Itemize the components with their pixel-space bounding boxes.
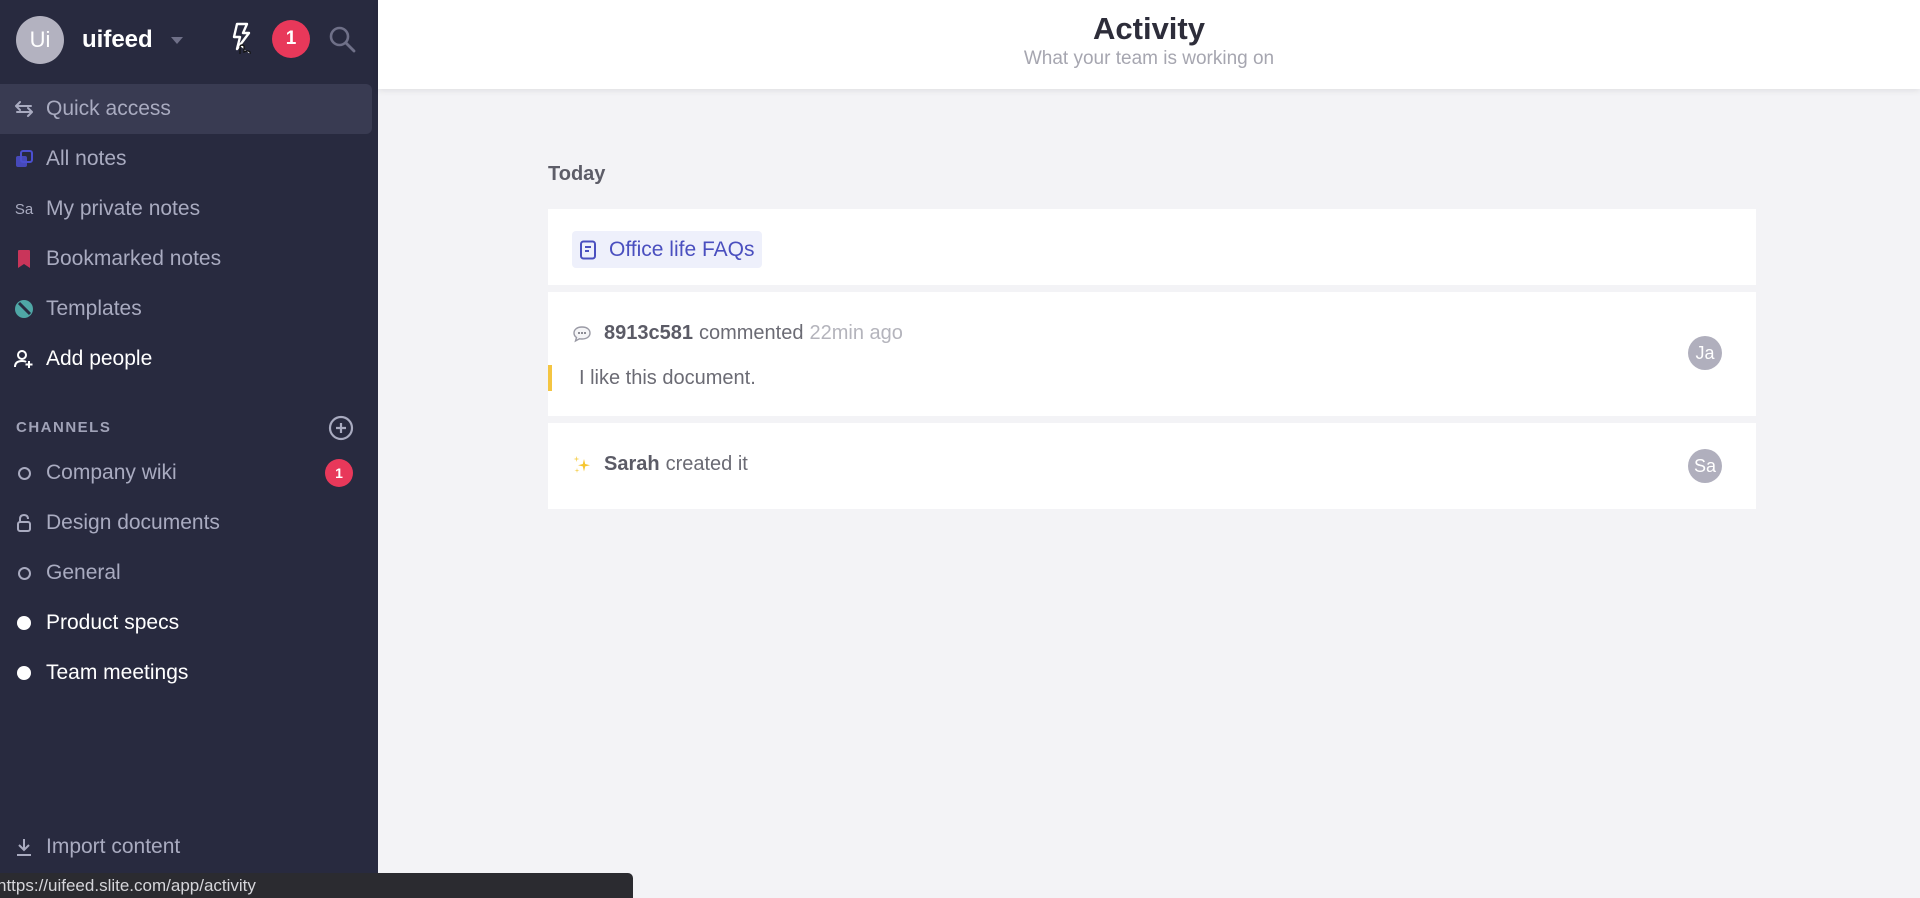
channel-company-wiki[interactable]: Company wiki 1 [0, 448, 378, 498]
activity-action: commented [698, 322, 804, 344]
activity-line: Sarah created it [572, 453, 1732, 476]
workspace-avatar[interactable]: Ui [16, 16, 64, 64]
activity-item: 8913c581 commented 22min ago I like this… [548, 292, 1756, 416]
nav-item-import-content[interactable]: Import content [0, 824, 378, 870]
channel-product-specs[interactable]: Product specs [0, 598, 378, 648]
channel-dot-icon [17, 616, 31, 630]
nav-label: Import content [46, 835, 181, 858]
nav-label: Templates [46, 297, 142, 320]
nav-label: My private notes [46, 197, 201, 220]
arrows-swap-icon [14, 99, 34, 119]
download-icon [14, 837, 34, 857]
channels-title: CHANNELS [16, 418, 112, 436]
main-content: Activity What your team is working on To… [378, 0, 1920, 898]
user-initials-icon: Sa [14, 200, 34, 218]
bookmark-icon [14, 249, 34, 269]
templates-icon [14, 299, 34, 319]
avatar[interactable]: Sa [1688, 449, 1722, 483]
header-icons: 1 [228, 20, 356, 58]
activity-item: Sarah created it Sa [548, 423, 1756, 509]
nav-item-private-notes[interactable]: Sa My private notes [0, 184, 378, 234]
channel-label: Design documents [46, 511, 220, 534]
sparkles-icon [572, 455, 592, 475]
channel-label: Product specs [46, 611, 180, 634]
status-bar-url: https://uifeed.slite.com/app/activity [0, 873, 633, 898]
page-subtitle: What your team is working on [1023, 48, 1275, 69]
nav-label: Quick access [46, 97, 171, 120]
search-icon[interactable] [328, 25, 356, 53]
channel-ring-icon [17, 566, 31, 580]
channel-list: Company wiki 1 Design documents General … [0, 448, 378, 698]
nav-item-all-notes[interactable]: All notes [0, 134, 378, 184]
channel-general[interactable]: General [0, 548, 378, 598]
nav-label: Bookmarked notes [46, 247, 222, 270]
document-link[interactable]: Office life FAQs [572, 231, 762, 268]
channels-header: CHANNELS [0, 410, 378, 444]
sidebar: Ui uifeed 1 Quick access All notes Sa My… [0, 0, 378, 898]
channel-label: General [46, 561, 121, 584]
channel-design-documents[interactable]: Design documents [0, 498, 378, 548]
add-person-icon [14, 349, 34, 369]
page-title: Activity [1093, 11, 1205, 46]
activity-line: 8913c581 commented 22min ago [572, 322, 1732, 345]
channel-ring-icon [17, 466, 31, 480]
main-nav: Quick access All notes Sa My private not… [0, 84, 378, 384]
comment-text[interactable]: I like this document. [548, 365, 1732, 391]
nav-label: Add people [46, 347, 153, 370]
channel-unread-badge: 1 [325, 459, 353, 487]
day-label: Today [548, 163, 606, 185]
workspace-header: Ui uifeed 1 [0, 0, 378, 80]
activity-action: created it [665, 453, 748, 475]
notification-badge[interactable]: 1 [272, 20, 310, 58]
notes-stack-icon [14, 149, 34, 169]
activity-bolt-icon[interactable] [228, 22, 254, 56]
nav-item-templates[interactable]: Templates [0, 284, 378, 334]
activity-feed: Today Office life FAQs 8913c581 commente… [548, 163, 1756, 516]
document-card: Office life FAQs [548, 209, 1756, 285]
nav-label: All notes [46, 147, 127, 170]
channel-label: Company wiki [46, 461, 177, 484]
document-title: Office life FAQs [609, 237, 755, 261]
page-header: Activity What your team is working on [378, 0, 1920, 89]
nav-item-quick-access[interactable]: Quick access [0, 84, 372, 134]
channel-team-meetings[interactable]: Team meetings [0, 648, 378, 698]
channel-dot-icon [17, 666, 31, 680]
workspace-name[interactable]: uifeed [82, 26, 153, 54]
chevron-down-icon[interactable] [170, 36, 183, 44]
nav-item-add-people[interactable]: Add people [0, 334, 378, 384]
activity-actor[interactable]: 8913c581 [604, 322, 693, 345]
avatar[interactable]: Ja [1688, 336, 1722, 370]
add-channel-icon[interactable] [328, 415, 354, 441]
document-icon [579, 240, 597, 260]
activity-actor[interactable]: Sarah [604, 453, 660, 476]
channel-label: Team meetings [46, 661, 189, 684]
comment-bubble-icon [572, 324, 592, 344]
activity-time: 22min ago [809, 322, 903, 344]
nav-item-bookmarked[interactable]: Bookmarked notes [0, 234, 378, 284]
lock-icon [14, 513, 34, 533]
